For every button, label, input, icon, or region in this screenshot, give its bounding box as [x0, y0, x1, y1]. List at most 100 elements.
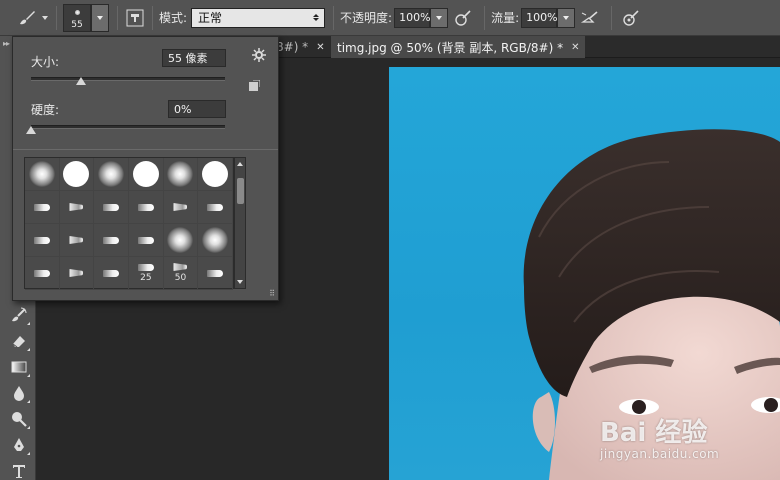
pen-tool-icon[interactable]	[8, 434, 30, 456]
bristle-brush-icon	[103, 236, 120, 244]
brush-preset-16[interactable]	[129, 224, 164, 257]
resize-grip-icon[interactable]: ⠿	[269, 289, 275, 298]
hard-round-brush-icon	[202, 161, 229, 187]
hardness-slider-thumb[interactable]	[26, 126, 36, 134]
divider	[611, 5, 613, 30]
brush-preset-15[interactable]	[94, 224, 129, 257]
brush-preset-14[interactable]	[59, 224, 95, 257]
soft-round-brush-icon	[167, 227, 194, 253]
presets-scrollbar[interactable]	[234, 157, 246, 289]
new-preset-icon[interactable]	[248, 79, 260, 91]
bristle-brush-icon	[69, 236, 84, 244]
hardness-slider-track[interactable]	[31, 125, 225, 129]
size-slider-thumb[interactable]	[75, 77, 86, 85]
brush-tool-icon[interactable]	[14, 9, 40, 27]
soft-round-brush-icon	[167, 161, 194, 187]
close-tab-icon[interactable]: ✕	[316, 42, 324, 53]
type-tool-icon[interactable]	[8, 460, 30, 480]
bristle-brush-icon	[137, 203, 154, 211]
brush-preset-9[interactable]	[94, 191, 129, 224]
brush-preset-20[interactable]	[59, 257, 95, 290]
baidu-jingyan-watermark: Bai 经验 jingyan.baidu.com	[600, 412, 719, 461]
brush-preset-10[interactable]	[129, 191, 164, 224]
mode-value: 正常	[198, 11, 223, 25]
flow-label: 流量:	[491, 11, 520, 25]
hardness-input[interactable]: 0%	[168, 100, 226, 118]
opacity-dropdown[interactable]	[430, 7, 449, 28]
divider	[117, 5, 118, 30]
gradient-tool-icon[interactable]	[8, 356, 30, 378]
bristle-brush-icon	[137, 236, 154, 244]
brush-preset-23[interactable]: 50	[163, 257, 199, 290]
brush-size-preview-value: 55	[71, 19, 83, 30]
bristle-brush-icon	[137, 263, 154, 271]
brush-preset-4[interactable]	[129, 158, 164, 191]
document-tab[interactable]: 8#) * ✕	[270, 36, 331, 58]
brush-preset-1[interactable]	[25, 158, 60, 191]
close-tab-icon[interactable]: ✕	[571, 42, 579, 53]
brush-preset-19[interactable]	[25, 257, 60, 290]
hard-round-brush-icon	[132, 161, 159, 187]
canvas-image[interactable]	[389, 67, 780, 480]
soft-round-brush-icon	[202, 227, 229, 253]
tool-preset-dropdown-icon[interactable]	[40, 15, 50, 20]
brush-preset-21[interactable]	[94, 257, 129, 290]
bristle-brush-icon	[69, 203, 84, 211]
size-value: 55 像素	[168, 52, 208, 65]
brush-preset-24[interactable]	[198, 257, 233, 290]
opacity-value: 100%	[399, 11, 431, 24]
hard-round-brush-icon	[63, 161, 90, 187]
dodge-tool-icon[interactable]	[8, 408, 30, 430]
brush-preset-8[interactable]	[59, 191, 95, 224]
opacity-pressure-icon[interactable]	[448, 9, 478, 27]
divider	[56, 5, 57, 30]
document-tab-label: 8#) *	[276, 40, 309, 54]
brush-preset-5[interactable]	[163, 158, 199, 191]
brush-preset-12[interactable]	[198, 191, 233, 224]
document-tab-active[interactable]: timg.jpg @ 50% (背景 副本, RGB/8#) * ✕	[331, 36, 586, 58]
blur-tool-icon[interactable]	[8, 382, 30, 404]
opacity-input[interactable]: 100%	[394, 7, 431, 28]
select-arrows-icon	[311, 14, 321, 21]
divider	[152, 5, 153, 30]
panel-collapse-icon[interactable]: ▸▸	[3, 39, 10, 48]
mode-select[interactable]: 正常	[191, 7, 326, 28]
brush-preset-17[interactable]	[163, 224, 199, 257]
size-slider-track[interactable]	[31, 77, 225, 81]
eraser-tool-icon[interactable]	[8, 330, 30, 352]
brush-panel-toggle-icon[interactable]	[124, 7, 146, 29]
flow-input[interactable]: 100%	[521, 7, 558, 28]
brush-dot-icon	[75, 9, 80, 15]
divider	[333, 5, 335, 30]
mode-label: 模式:	[159, 11, 188, 25]
brush-preset-7[interactable]	[25, 191, 60, 224]
brush-presets-grid: 25 50	[24, 157, 234, 290]
bristle-brush-icon	[33, 203, 50, 211]
scroll-up-icon[interactable]	[237, 162, 243, 166]
brush-size-label: 25	[140, 272, 152, 283]
brush-preset-dropdown[interactable]	[91, 3, 109, 32]
brush-preset-13[interactable]	[25, 224, 60, 257]
brush-preset-preview[interactable]: 55	[63, 3, 91, 32]
opacity-label: 不透明度:	[340, 11, 393, 25]
brush-preset-2[interactable]	[59, 158, 95, 191]
scroll-thumb[interactable]	[237, 178, 244, 204]
flow-dropdown[interactable]	[557, 7, 576, 28]
size-pressure-icon[interactable]	[618, 9, 644, 27]
airbrush-icon[interactable]	[575, 9, 605, 27]
brush-preset-18[interactable]	[198, 224, 233, 257]
bristle-brush-icon	[33, 269, 50, 277]
size-input[interactable]: 55 像素	[162, 49, 226, 67]
hardness-value: 0%	[174, 102, 192, 116]
brush-size-label: 50	[174, 273, 187, 283]
picker-settings-gear-icon[interactable]	[251, 47, 267, 63]
brush-preset-3[interactable]	[94, 158, 129, 191]
scroll-down-icon[interactable]	[237, 280, 243, 284]
history-brush-tool-icon[interactable]	[8, 304, 30, 326]
brush-preset-11[interactable]	[163, 191, 199, 224]
soft-round-brush-icon	[98, 161, 125, 187]
brush-preset-6[interactable]	[198, 158, 233, 191]
brush-preset-22[interactable]: 25	[129, 257, 164, 290]
divider	[13, 149, 278, 150]
size-label: 大小:	[31, 55, 60, 69]
